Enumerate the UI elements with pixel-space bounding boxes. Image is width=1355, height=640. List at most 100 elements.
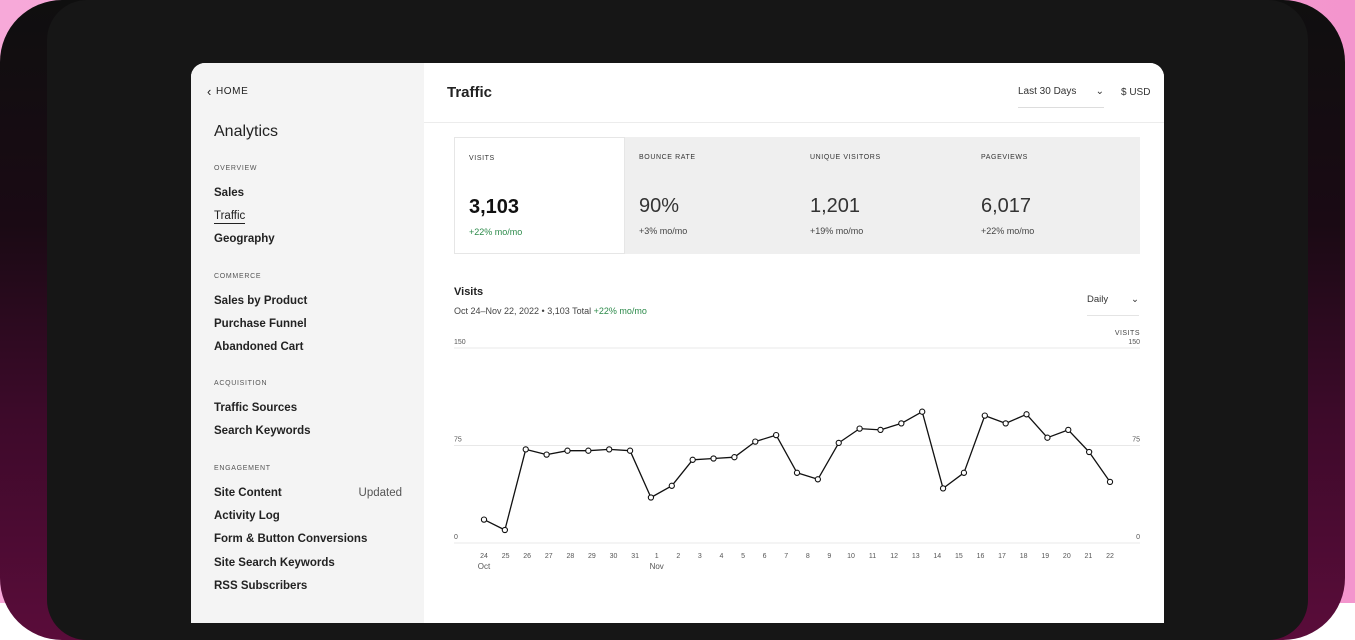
- date-range-select[interactable]: Last 30 Days ⌄: [1018, 86, 1104, 108]
- sidebar-item-sales[interactable]: Sales: [214, 187, 402, 199]
- sidebar-item-label: Search Keywords: [214, 425, 311, 438]
- home-link[interactable]: ‹ HOME: [207, 83, 249, 99]
- data-point: [689, 456, 696, 463]
- x-tick-label: 8: [806, 553, 810, 560]
- sidebar-item-activity-log[interactable]: Activity Log: [214, 510, 402, 522]
- x-tick-label: 5: [741, 553, 745, 560]
- sidebar-item-geography[interactable]: Geography: [214, 233, 402, 245]
- x-tick-label: 31: [631, 553, 639, 560]
- sidebar-item-label: Site Search Keywords: [214, 556, 335, 569]
- home-label: HOME: [215, 86, 249, 97]
- data-point: [772, 431, 780, 439]
- y-tick-label-left: 0: [454, 534, 458, 541]
- data-point: [731, 454, 738, 461]
- x-tick-label: 11: [869, 553, 876, 560]
- x-tick-label: 17: [998, 553, 1006, 560]
- x-tick-label: 20: [1063, 553, 1071, 560]
- x-tick-label: 3: [698, 553, 702, 560]
- chart-title: Visits: [454, 286, 484, 298]
- stats-row: VISITS 3,103 +22% mo/mo BOUNCE RATE 90% …: [454, 137, 1140, 254]
- x-month-label: Oct: [478, 562, 491, 571]
- y-tick-label-right: 75: [1132, 437, 1140, 444]
- data-point: [856, 425, 863, 432]
- x-tick-label: 19: [1041, 553, 1049, 560]
- chevron-down-icon: ⌄: [1095, 86, 1104, 97]
- x-tick-label: 13: [912, 553, 920, 560]
- sidebar-title: Analytics: [214, 123, 279, 140]
- sidebar-section-heading: ENGAGEMENT: [214, 465, 271, 472]
- sidebar-item-label: Traffic Sources: [214, 402, 298, 414]
- data-point: [1085, 448, 1093, 456]
- data-point: [564, 447, 571, 454]
- y-axis-label: VISITS: [1115, 330, 1140, 337]
- sidebar-item-site-search-keywords[interactable]: Site Search Keywords: [214, 557, 402, 569]
- sidebar-item-label: Sales by Product: [214, 295, 308, 307]
- data-point: [585, 447, 592, 454]
- stat-change: +22% mo/mo: [469, 227, 523, 237]
- sidebar-item-purchase-funnel[interactable]: Purchase Funnel: [214, 318, 402, 330]
- x-tick-label: 24: [480, 553, 488, 560]
- data-point: [835, 439, 842, 447]
- stat-card-visits[interactable]: VISITS 3,103 +22% mo/mo: [454, 137, 625, 254]
- x-tick-label: 21: [1085, 553, 1093, 560]
- sidebar-item-search-keywords[interactable]: Search Keywords: [214, 425, 402, 437]
- sidebar-item-traffic[interactable]: Traffic: [214, 210, 402, 225]
- stat-label: UNIQUE VISITORS: [810, 154, 881, 161]
- stat-card-bounce-rate[interactable]: BOUNCE RATE 90% +3% mo/mo: [625, 137, 796, 254]
- data-point: [1044, 434, 1051, 441]
- stat-card-pageviews[interactable]: PAGEVIEWS 6,017 +22% mo/mo: [967, 137, 1138, 254]
- data-point: [480, 516, 488, 523]
- stat-label: VISITS: [469, 155, 495, 162]
- x-tick-label: 15: [955, 553, 963, 560]
- stat-change: +3% mo/mo: [639, 226, 688, 236]
- y-tick-label-left: 150: [454, 339, 466, 346]
- stat-label: BOUNCE RATE: [639, 154, 696, 161]
- stat-label: PAGEVIEWS: [981, 154, 1028, 161]
- chevron-left-icon: ‹: [207, 83, 212, 99]
- x-tick-label: 29: [588, 553, 596, 560]
- data-point: [981, 412, 988, 419]
- stat-change: +19% mo/mo: [810, 226, 864, 236]
- sidebar-item-traffic-sources[interactable]: Traffic Sources: [214, 402, 402, 414]
- x-tick-label: 12: [890, 553, 898, 560]
- data-point: [668, 482, 675, 489]
- sidebar-item-rss-subscribers[interactable]: RSS Subscribers: [214, 580, 402, 592]
- chart-subtitle-change: +22% mo/mo: [593, 306, 647, 316]
- stat-card-unique-visitors[interactable]: UNIQUE VISITORS 1,201 +19% mo/mo: [796, 137, 967, 254]
- granularity-value: Daily: [1087, 294, 1109, 305]
- currency-selector[interactable]: $ USD: [1121, 87, 1150, 98]
- stat-value: 1,201: [810, 195, 861, 217]
- sidebar-item-label: RSS Subscribers: [214, 579, 308, 592]
- data-point: [877, 426, 884, 434]
- chart-subtitle: Oct 24–Nov 22, 2022 • 3,103 Total +22% m…: [454, 306, 647, 316]
- visits-chart: VISITS 0 0 75 75 150 150 24 Oct 25 26 27 28 29 30 31 1 No…: [424, 323, 1164, 583]
- sidebar-item-label: Activity Log: [214, 510, 280, 523]
- x-tick-label: 22: [1106, 553, 1114, 560]
- stat-change: +22% mo/mo: [981, 226, 1035, 236]
- sidebar-item-label: Purchase Funnel: [214, 318, 307, 331]
- sidebar-item-sales-by-product[interactable]: Sales by Product: [214, 295, 402, 307]
- sidebar-section-heading: COMMERCE: [214, 273, 262, 280]
- stat-value: 3,103: [469, 196, 520, 218]
- x-tick-label: 10: [847, 553, 855, 560]
- date-range-value: Last 30 Days: [1018, 86, 1077, 97]
- x-tick-label: 28: [566, 553, 574, 560]
- data-point: [710, 455, 717, 462]
- stat-value: 6,017: [981, 195, 1032, 217]
- x-tick-label: 27: [545, 553, 553, 560]
- sidebar-item-abandoned-cart[interactable]: Abandoned Cart: [214, 341, 402, 353]
- data-point: [522, 446, 529, 453]
- data-point: [898, 420, 905, 427]
- sidebar-item-label: Form & Button Conversions: [214, 533, 368, 546]
- data-point: [647, 494, 655, 501]
- granularity-select[interactable]: Daily ⌄: [1087, 294, 1139, 316]
- data-point: [1002, 420, 1009, 427]
- sidebar-item-form-button-conversions[interactable]: Form & Button Conversions: [214, 533, 402, 545]
- sidebar-item-site-content[interactable]: Site Content Updated: [214, 487, 402, 499]
- data-point: [919, 408, 926, 415]
- y-tick-label-right: 0: [1136, 534, 1140, 541]
- main-content: Traffic Last 30 Days ⌄ $ USD VISITS 3,10…: [424, 63, 1164, 623]
- data-point: [793, 469, 801, 476]
- x-tick-label: 16: [977, 553, 985, 560]
- data-point: [1106, 478, 1114, 486]
